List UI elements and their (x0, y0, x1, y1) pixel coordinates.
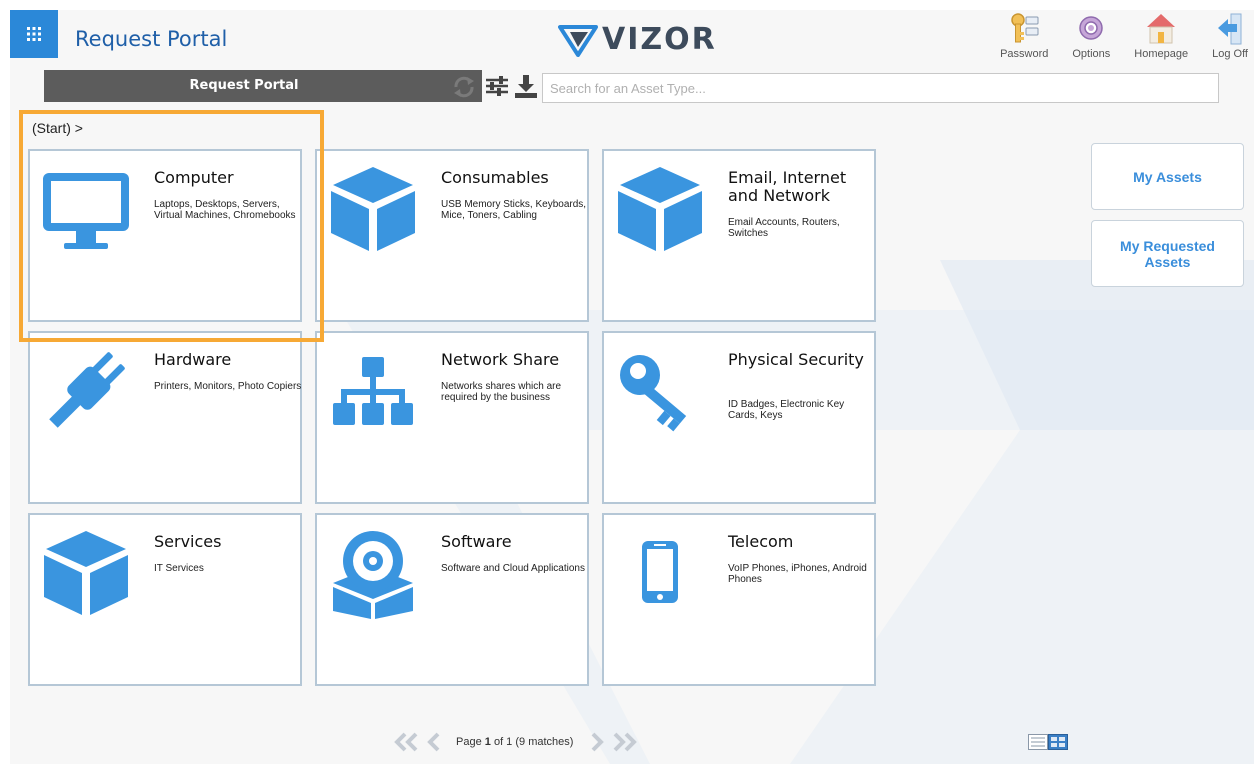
tile-physical-security[interactable]: Physical Security ID Badges, Electronic … (602, 331, 876, 504)
tile-description: ID Badges, Electronic Key Cards, Keys (728, 399, 845, 421)
homepage-button[interactable]: Homepage (1134, 12, 1188, 60)
page-current: 1 (484, 736, 491, 748)
tile-description: Laptops, Desktops, Servers, Virtual Mach… (154, 199, 296, 221)
tile-software[interactable]: Software Software and Cloud Applications (315, 513, 589, 686)
portal-toolbar: Request Portal (44, 70, 482, 102)
tile-title: Physical Security (728, 350, 864, 369)
header-actions: Password Options Homepage Log Off (1000, 12, 1248, 60)
key-icon (620, 355, 687, 432)
tile-title: Consumables (441, 168, 549, 187)
password-label: Password (1000, 48, 1049, 60)
vizor-logo-icon (558, 24, 598, 57)
breadcrumb[interactable]: (Start) > (32, 120, 83, 136)
home-icon (1147, 14, 1176, 44)
password-button[interactable]: Password (1000, 12, 1048, 60)
tile-title: Network Share (441, 350, 560, 369)
tile-description: Email Accounts, Routers, Switches (728, 217, 840, 239)
brand-logo: VIZOR (558, 22, 717, 57)
pagination: Page 1 of 1 (9 matches) (392, 732, 639, 752)
tile-description: USB Memory Sticks, Keyboards, Mice, Tone… (441, 199, 587, 221)
app-title: Request Portal (75, 27, 228, 51)
tile-consumables[interactable]: Consumables USB Memory Sticks, Keyboards… (315, 149, 589, 322)
key-icon (1011, 13, 1039, 43)
tile-title: Computer (154, 168, 234, 187)
toolbar-title: Request Portal (189, 78, 299, 93)
tile-view-icon[interactable] (1048, 734, 1068, 750)
tile-description: Printers, Monitors, Photo Copiers (154, 381, 302, 392)
tile-hardware[interactable]: Hardware Printers, Monitors, Photo Copie… (28, 331, 302, 504)
tile-services[interactable]: Services IT Services (28, 513, 302, 686)
download-icon[interactable] (515, 75, 537, 99)
gear-icon (1079, 16, 1104, 40)
homepage-label: Homepage (1134, 48, 1189, 60)
options-label: Options (1072, 48, 1111, 60)
cube-icon (331, 167, 415, 251)
last-page-icon[interactable] (611, 732, 639, 752)
filter-sliders-icon[interactable] (486, 76, 508, 96)
tile-title: Hardware (154, 350, 232, 369)
asset-type-search-input[interactable] (542, 73, 1219, 103)
grid-icon (27, 27, 41, 41)
tile-description: Software and Cloud Applications (441, 563, 585, 574)
monitor-icon (43, 173, 129, 249)
tile-email-internet-network[interactable]: Email, Internet and Network Email Accoun… (602, 149, 876, 322)
my-requested-assets-button[interactable]: My Requested Assets (1091, 220, 1244, 287)
cube-icon (44, 531, 128, 615)
logoff-button[interactable]: Log Off (1212, 12, 1248, 60)
next-page-icon[interactable] (587, 732, 605, 752)
tile-description: IT Services (154, 563, 204, 574)
cube-icon (618, 167, 702, 251)
view-toggle (1028, 734, 1068, 750)
list-view-icon[interactable] (1028, 734, 1048, 750)
tile-description: Networks shares which are required by th… (441, 381, 562, 403)
software-disc-icon (333, 531, 413, 619)
tile-title: Services (154, 532, 222, 551)
tile-description: VoIP Phones, iPhones, Android Phones (728, 563, 867, 585)
page-prefix: Page (456, 736, 482, 748)
app-menu-button[interactable] (10, 10, 58, 58)
first-page-icon[interactable] (392, 732, 420, 752)
tile-computer[interactable]: Computer Laptops, Desktops, Servers, Vir… (28, 149, 302, 322)
tile-network-share[interactable]: Network Share Networks shares which are … (315, 331, 589, 504)
tile-telecom[interactable]: Telecom VoIP Phones, iPhones, Android Ph… (602, 513, 876, 686)
logoff-label: Log Off (1212, 48, 1248, 60)
my-assets-button[interactable]: My Assets (1091, 143, 1244, 210)
brand-name: VIZOR (602, 22, 717, 57)
tile-title: Software (441, 532, 512, 551)
page-indicator: Page 1 of 1 (9 matches) (456, 736, 573, 748)
logoff-icon (1218, 13, 1242, 45)
phone-icon (642, 541, 678, 603)
page-suffix: of 1 (9 matches) (493, 736, 574, 748)
page: Request Portal VIZOR Password Options Ho… (10, 10, 1254, 764)
refresh-icon[interactable] (452, 76, 476, 98)
tile-title: Telecom (728, 532, 794, 551)
options-button[interactable]: Options (1072, 12, 1110, 60)
prev-page-icon[interactable] (426, 732, 444, 752)
plug-icon (49, 352, 125, 428)
tile-title: Email, Internet and Network (728, 168, 847, 205)
sitemap-icon (333, 357, 413, 425)
